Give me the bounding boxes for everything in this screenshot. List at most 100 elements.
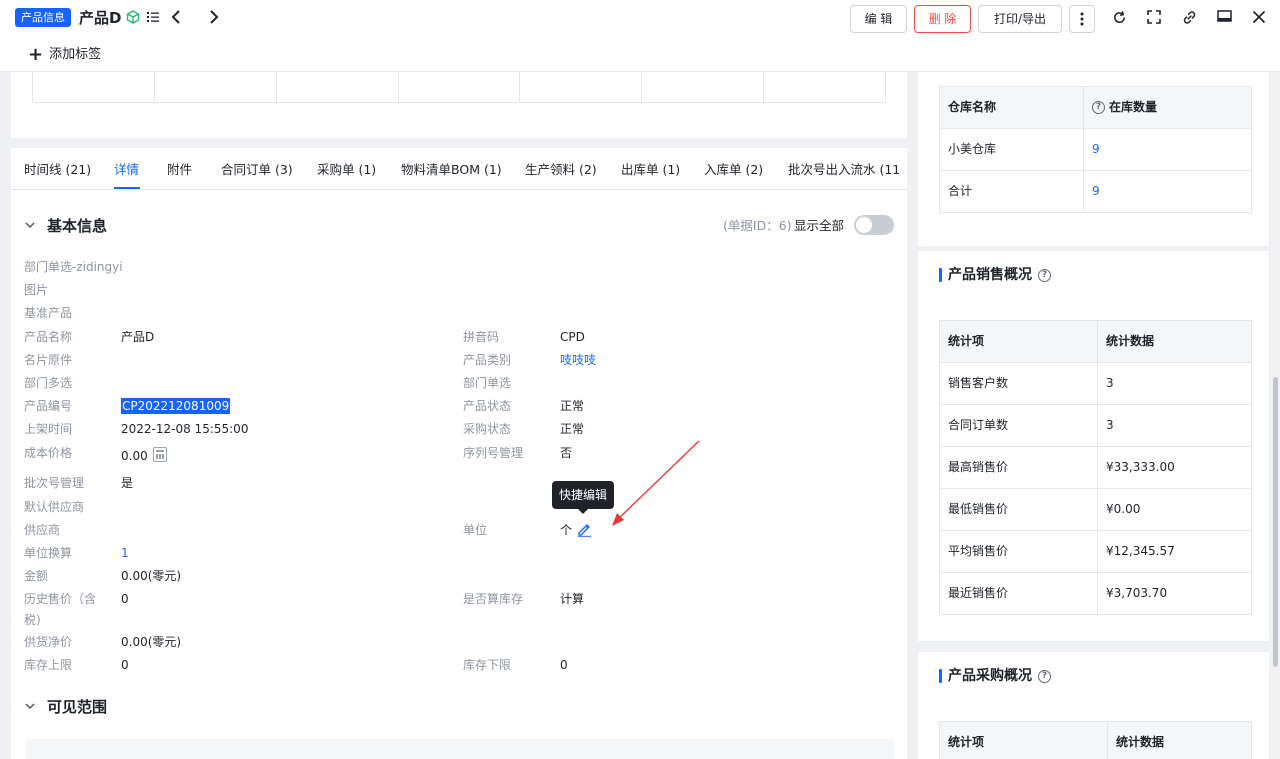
pinyin-value: CPD bbox=[560, 330, 585, 344]
more-button[interactable] bbox=[1069, 5, 1095, 33]
table-cell: 合计 bbox=[940, 171, 1084, 212]
table-cell: 销售客户数 bbox=[940, 363, 1098, 404]
table-cell: 平均销售价 bbox=[940, 531, 1098, 572]
tab-inbound[interactable]: 入库单 (2) bbox=[704, 161, 763, 179]
field-label: 上架时间 bbox=[24, 422, 73, 436]
table-row: 合计 9 bbox=[940, 171, 1251, 212]
product-no-value[interactable]: CP202212081009 bbox=[121, 398, 231, 414]
chevron-down-icon bbox=[25, 216, 35, 236]
table-row: 最高销售价 ¥33,333.00 bbox=[940, 447, 1251, 489]
table-cell: 最近销售价 bbox=[940, 573, 1098, 614]
table-cell: 最低销售价 bbox=[940, 489, 1098, 530]
hist-price-value: 0 bbox=[121, 592, 129, 606]
field-label: 供货净价 bbox=[24, 635, 73, 649]
detail-panel: 时间线 (21) 详情 附件 合同订单 (3) 采购单 (1) 物料清单BOM … bbox=[11, 148, 907, 759]
table-cell: 最高销售价 bbox=[940, 447, 1098, 488]
table-cell: 合同订单数 bbox=[940, 405, 1098, 446]
scrollbar-thumb[interactable] bbox=[1273, 377, 1278, 667]
help-icon[interactable]: ? bbox=[1092, 101, 1105, 114]
field-label: 历史售价（含 bbox=[24, 592, 97, 606]
table-header-row: 统计项 统计数据 bbox=[940, 321, 1251, 363]
tab-attachments[interactable]: 附件 bbox=[167, 161, 192, 179]
close-icon[interactable] bbox=[1250, 8, 1268, 26]
pencil-edit-icon[interactable] bbox=[577, 522, 592, 540]
stock-upper-value: 0 bbox=[121, 658, 129, 672]
column-header: 统计项 bbox=[940, 321, 1098, 362]
fullscreen-icon[interactable] bbox=[1145, 8, 1163, 26]
stock-lower-value: 0 bbox=[560, 658, 568, 672]
table-header-row: 仓库名称 ? 在库数量 bbox=[940, 87, 1251, 129]
field-label: 名片原件 bbox=[24, 353, 73, 367]
field-label: 单位 bbox=[463, 523, 488, 537]
category-link[interactable]: 吱吱吱 bbox=[560, 352, 596, 368]
purchase-overview-title: 产品采购概况 bbox=[948, 668, 1032, 684]
tab-details[interactable]: 详情 bbox=[114, 161, 139, 179]
field-label: 金额 bbox=[24, 569, 49, 583]
table-cell: ¥3,703.70 bbox=[1106, 586, 1168, 600]
table-cell-link[interactable]: 9 bbox=[1084, 171, 1251, 212]
help-icon[interactable]: ? bbox=[1038, 669, 1051, 683]
table-row: 最近销售价 ¥3,703.70 bbox=[940, 573, 1251, 614]
tab-contract-orders[interactable]: 合同订单 (3) bbox=[221, 161, 293, 179]
field-label: 部门单选-zidingyi bbox=[24, 260, 123, 274]
document-id: (单据ID：6) bbox=[723, 218, 792, 233]
chevron-down-icon bbox=[25, 697, 35, 717]
field-label: 基准产品 bbox=[24, 306, 73, 320]
edit-button[interactable]: 编 辑 bbox=[850, 5, 907, 33]
right-scrollbar[interactable] bbox=[1271, 72, 1280, 759]
page-header: 产品信息 产品D 编 辑 删 除 打印/导出 + 添加标签 bbox=[0, 0, 1280, 72]
listing-time-value: 2022-12-08 15:55:00 bbox=[121, 422, 249, 436]
field-label: 采购状态 bbox=[463, 422, 512, 436]
chevron-right-icon[interactable] bbox=[204, 8, 222, 26]
sales-overview-table: 统计项 统计数据 销售客户数 3 合同订单数 3 最高销售价 ¥33,333.00 最… bbox=[939, 320, 1252, 615]
column-header: 统计数据 bbox=[1108, 722, 1251, 759]
table-row: 销售客户数 3 bbox=[940, 363, 1251, 405]
refresh-icon[interactable] bbox=[1110, 8, 1128, 26]
field-label: 默认供应商 bbox=[24, 500, 85, 514]
add-tag-button[interactable]: + 添加标签 bbox=[28, 45, 101, 65]
table-row: 小美仓库 9 bbox=[940, 129, 1251, 171]
page-title: 产品D bbox=[79, 9, 122, 27]
tab-timeline[interactable]: 时间线 (21) bbox=[24, 161, 91, 179]
tab-purchase-orders[interactable]: 采购单 (1) bbox=[317, 161, 376, 179]
unit-conv-value[interactable]: 1 bbox=[121, 545, 129, 561]
table-cell: ¥33,333.00 bbox=[1106, 460, 1175, 474]
tab-batch-flow[interactable]: 批次号出入流水 (11 bbox=[788, 161, 900, 179]
warehouse-table: 仓库名称 ? 在库数量 小美仓库 9 合计 9 bbox=[939, 86, 1252, 213]
table-row: 合同订单数 3 bbox=[940, 405, 1251, 447]
visible-scope-header[interactable]: 可见范围 bbox=[25, 697, 107, 717]
link-icon[interactable] bbox=[1180, 8, 1198, 26]
chevron-left-icon[interactable] bbox=[168, 8, 186, 26]
delete-button[interactable]: 删 除 bbox=[914, 5, 971, 33]
product-name-value: 产品D bbox=[121, 330, 155, 344]
sales-overview-title: 产品销售概况 bbox=[948, 267, 1032, 283]
panel-layout-icon[interactable] bbox=[1215, 8, 1233, 26]
field-label: 产品名称 bbox=[24, 330, 73, 344]
table-cell: ¥0.00 bbox=[1106, 502, 1141, 516]
field-label: 库存下限 bbox=[463, 658, 512, 672]
tab-bom[interactable]: 物料清单BOM (1) bbox=[401, 161, 502, 179]
basic-info-title: 基本信息 bbox=[47, 217, 108, 235]
visible-scope-title: 可见范围 bbox=[47, 698, 108, 716]
list-icon[interactable] bbox=[144, 8, 162, 26]
help-icon[interactable]: ? bbox=[1038, 268, 1051, 282]
print-export-button[interactable]: 打印/导出 bbox=[978, 5, 1062, 33]
cube-icon[interactable] bbox=[124, 8, 142, 26]
show-all-label: 显示全部 bbox=[794, 218, 845, 233]
column-header: ? 在库数量 bbox=[1084, 87, 1251, 128]
field-label: 部门多选 bbox=[24, 376, 73, 390]
basic-info-header[interactable]: 基本信息 bbox=[25, 216, 107, 236]
amount-value: 0.00(零元) bbox=[121, 569, 182, 583]
tab-outbound[interactable]: 出库单 (1) bbox=[621, 161, 680, 179]
table-cell: ¥12,345.57 bbox=[1106, 544, 1175, 558]
calculator-icon[interactable] bbox=[153, 447, 167, 462]
tab-material-requisition[interactable]: 生产领料 (2) bbox=[525, 161, 597, 179]
field-label: 税) bbox=[24, 613, 41, 627]
serial-mgmt-value: 否 bbox=[560, 446, 573, 460]
warehouse-card: 仓库名称 ? 在库数量 小美仓库 9 合计 9 bbox=[918, 72, 1269, 246]
table-cell-link[interactable]: 9 bbox=[1084, 129, 1251, 170]
field-label: 拼音码 bbox=[463, 330, 500, 344]
table-cell: 3 bbox=[1106, 376, 1114, 390]
purchase-status-value: 正常 bbox=[560, 422, 585, 436]
show-all-toggle[interactable] bbox=[854, 215, 894, 235]
